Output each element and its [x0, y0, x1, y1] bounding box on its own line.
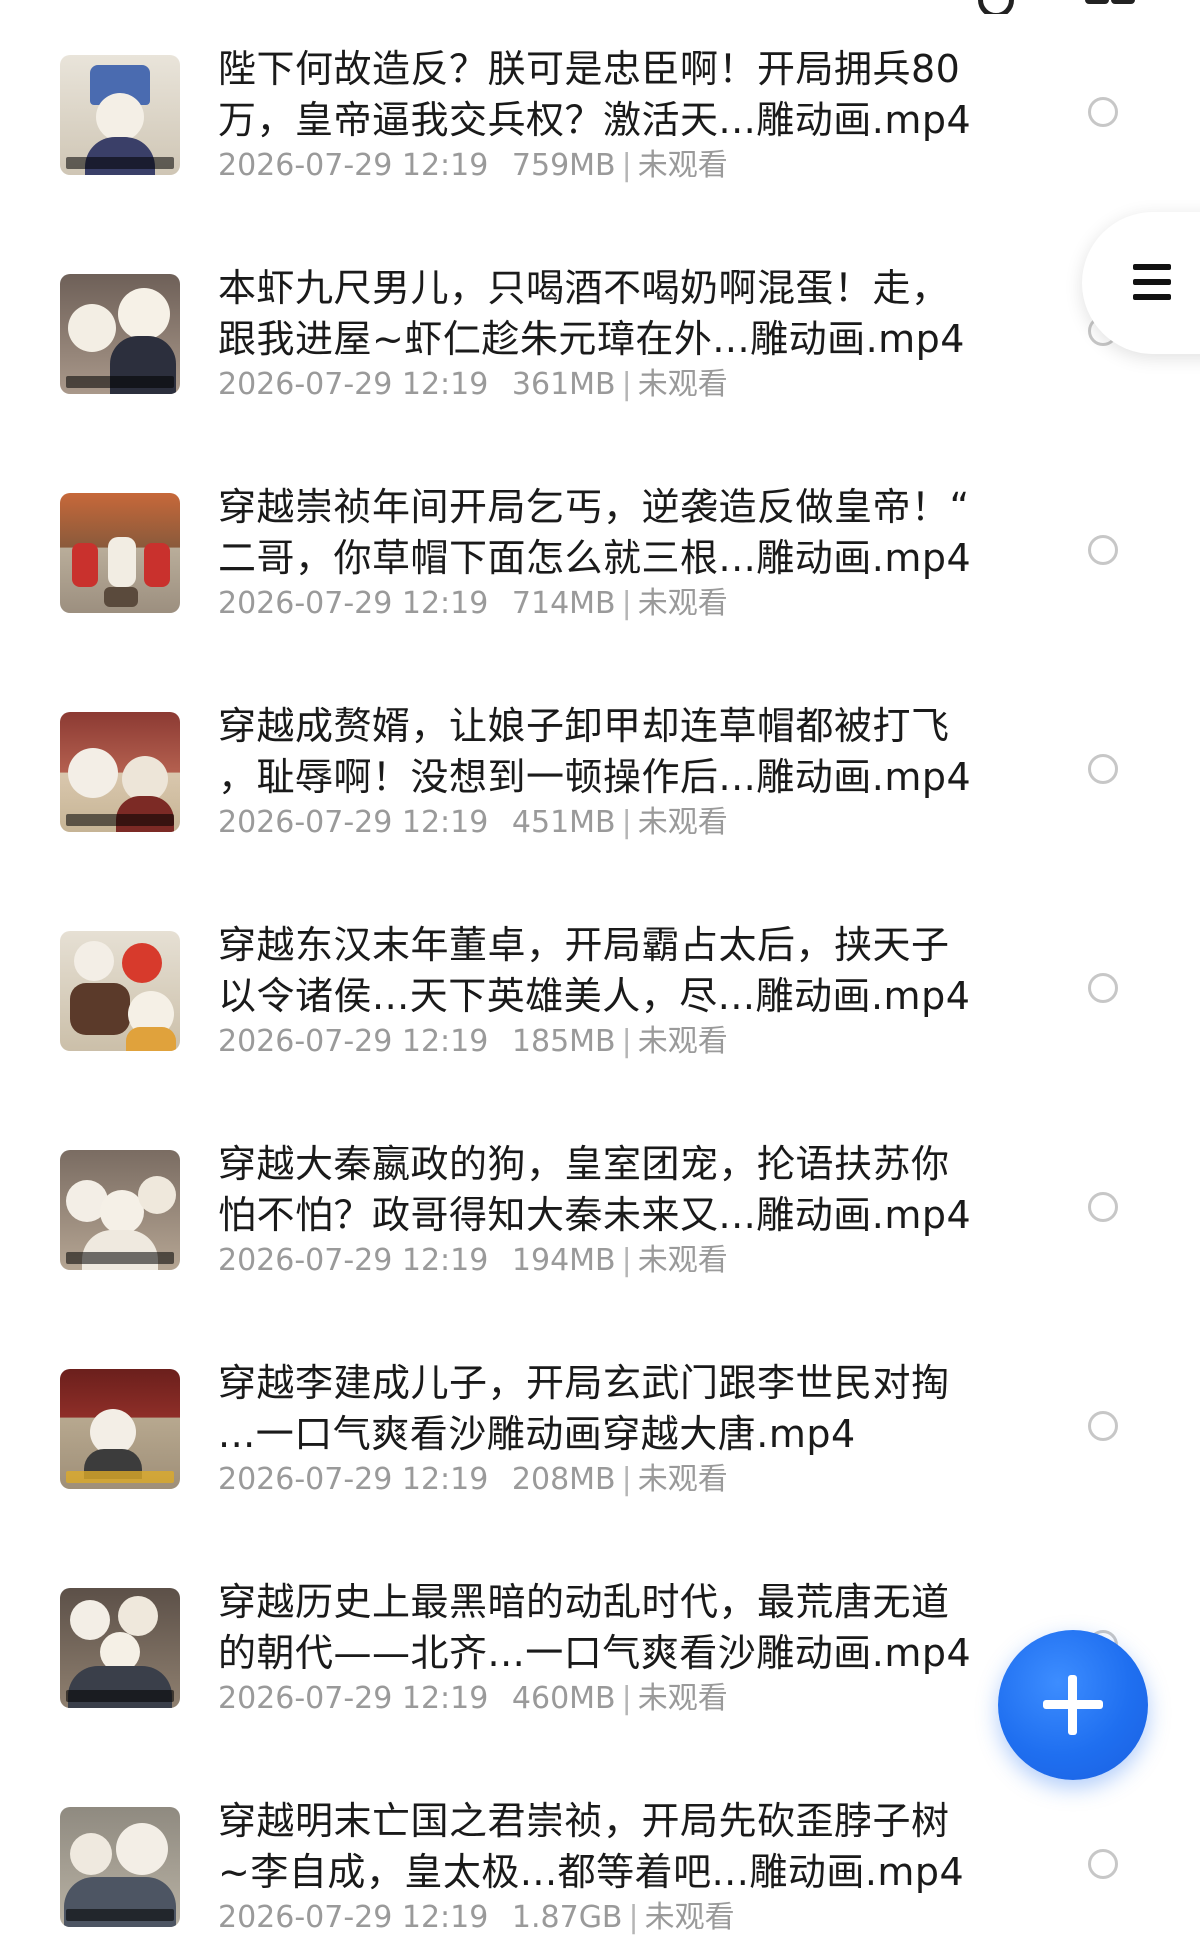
watch-status: 未观看 — [637, 1243, 728, 1278]
date-text: 2026-07-29 12:19 — [218, 367, 489, 402]
video-thumbnail — [60, 1369, 180, 1489]
video-title: 穿越明末亡国之君崇祯，开局先砍歪脖子树 ~李自成，皇太极...都等着吧...雕动… — [218, 1799, 965, 1894]
video-meta: 2026-07-29 12:19 208MB | 未观看 — [218, 1462, 728, 1497]
watch-status: 未观看 — [637, 1024, 728, 1059]
watch-status: 未观看 — [637, 1681, 728, 1716]
date-text: 2026-07-29 12:19 — [218, 1243, 489, 1278]
size-text: 194MB — [511, 1243, 616, 1278]
video-meta: 2026-07-29 12:19 1.87GB | 未观看 — [218, 1900, 735, 1935]
list-item[interactable]: 陛下何故造反？朕可是忠臣啊！开局拥兵80 万，皇帝逼我交兵权？激活天...雕动画… — [0, 0, 1200, 219]
size-text: 208MB — [511, 1462, 616, 1497]
video-thumbnail — [60, 493, 180, 613]
video-meta: 2026-07-29 12:19 460MB | 未观看 — [218, 1681, 728, 1716]
video-thumbnail — [60, 55, 180, 175]
size-text: 714MB — [511, 586, 616, 621]
video-thumbnail — [60, 1807, 180, 1927]
size-text: 1.87GB — [511, 1900, 623, 1935]
video-meta: 2026-07-29 12:19 714MB | 未观看 — [218, 586, 728, 621]
video-thumbnail — [60, 274, 180, 394]
video-thumbnail — [60, 1588, 180, 1708]
list-item[interactable]: 穿越成赘婿，让娘子卸甲却连草帽都被打飞 ，耻辱啊！没想到一顿操作后...雕动画.… — [0, 657, 1200, 876]
select-radio[interactable] — [1088, 97, 1118, 127]
watch-status: 未观看 — [644, 1900, 735, 1935]
size-text: 759MB — [511, 148, 616, 183]
video-title: 穿越李建成儿子，开局玄武门跟李世民对掏 ...一口气爽看沙雕动画穿越大唐.mp4 — [218, 1361, 950, 1456]
select-radio[interactable] — [1088, 1192, 1118, 1222]
size-text: 185MB — [511, 1024, 616, 1059]
video-title: 本虾九尺男儿，只喝酒不喝奶啊混蛋！走， 跟我进屋~虾仁趁朱元璋在外...雕动画.… — [218, 266, 965, 361]
watch-status: 未观看 — [637, 367, 728, 402]
list-item[interactable]: 穿越李建成儿子，开局玄武门跟李世民对掏 ...一口气爽看沙雕动画穿越大唐.mp4… — [0, 1314, 1200, 1533]
watch-status: 未观看 — [637, 1462, 728, 1497]
video-title: 穿越崇祯年间开局乞丐，逆袭造反做皇帝！“ 二哥，你草帽下面怎么就三根...雕动画… — [218, 485, 972, 580]
video-title: 穿越东汉末年董卓，开局霸占太后，挟天子 以令诸侯...天下英雄美人，尽...雕动… — [218, 923, 971, 1018]
size-text: 361MB — [511, 367, 616, 402]
list-item[interactable]: 穿越明末亡国之君崇祯，开局先砍歪脖子树 ~李自成，皇太极...都等着吧...雕动… — [0, 1752, 1200, 1951]
date-text: 2026-07-29 12:19 — [218, 148, 489, 183]
date-text: 2026-07-29 12:19 — [218, 805, 489, 840]
select-radio[interactable] — [1088, 1411, 1118, 1441]
date-text: 2026-07-29 12:19 — [218, 1462, 489, 1497]
list-item[interactable]: 穿越东汉末年董卓，开局霸占太后，挟天子 以令诸侯...天下英雄美人，尽...雕动… — [0, 876, 1200, 1095]
select-radio[interactable] — [1088, 973, 1118, 1003]
date-text: 2026-07-29 12:19 — [218, 1681, 489, 1716]
video-meta: 2026-07-29 12:19 361MB | 未观看 — [218, 367, 728, 402]
video-title: 穿越大秦嬴政的狗，皇室团宠，抡语扶苏你 怕不怕？政哥得知大秦未来又...雕动画.… — [218, 1142, 972, 1237]
date-text: 2026-07-29 12:19 — [218, 1024, 489, 1059]
select-radio[interactable] — [1088, 1849, 1118, 1879]
list-item[interactable]: 穿越崇祯年间开局乞丐，逆袭造反做皇帝！“ 二哥，你草帽下面怎么就三根...雕动画… — [0, 438, 1200, 657]
video-thumbnail — [60, 712, 180, 832]
video-meta: 2026-07-29 12:19 759MB | 未观看 — [218, 148, 728, 183]
select-radio[interactable] — [1088, 535, 1118, 565]
video-meta: 2026-07-29 12:19 194MB | 未观看 — [218, 1243, 728, 1278]
video-meta: 2026-07-29 12:19 451MB | 未观看 — [218, 805, 728, 840]
watch-status: 未观看 — [637, 148, 728, 183]
video-meta: 2026-07-29 12:19 185MB | 未观看 — [218, 1024, 728, 1059]
video-title: 穿越历史上最黑暗的动乱时代，最荒唐无道 的朝代——北齐...一口气爽看沙雕动画.… — [218, 1580, 972, 1675]
date-text: 2026-07-29 12:19 — [218, 586, 489, 621]
list-item[interactable]: 本虾九尺男儿，只喝酒不喝奶啊混蛋！走， 跟我进屋~虾仁趁朱元璋在外...雕动画.… — [0, 219, 1200, 438]
video-title: 穿越成赘婿，让娘子卸甲却连草帽都被打飞 ，耻辱啊！没想到一顿操作后...雕动画.… — [218, 704, 972, 799]
video-title: 陛下何故造反？朕可是忠臣啊！开局拥兵80 万，皇帝逼我交兵权？激活天...雕动画… — [218, 47, 972, 142]
video-thumbnail — [60, 1150, 180, 1270]
watch-status: 未观看 — [637, 805, 728, 840]
date-text: 2026-07-29 12:19 — [218, 1900, 489, 1935]
watch-status: 未观看 — [637, 586, 728, 621]
size-text: 460MB — [511, 1681, 616, 1716]
size-text: 451MB — [511, 805, 616, 840]
menu-icon — [1133, 264, 1171, 300]
add-button[interactable] — [998, 1630, 1148, 1780]
file-list-screen: 陛下何故造反？朕可是忠臣啊！开局拥兵80 万，皇帝逼我交兵权？激活天...雕动画… — [0, 0, 1200, 1951]
select-radio[interactable] — [1088, 754, 1118, 784]
list-item[interactable]: 穿越大秦嬴政的狗，皇室团宠，抡语扶苏你 怕不怕？政哥得知大秦未来又...雕动画.… — [0, 1095, 1200, 1314]
video-thumbnail — [60, 931, 180, 1051]
